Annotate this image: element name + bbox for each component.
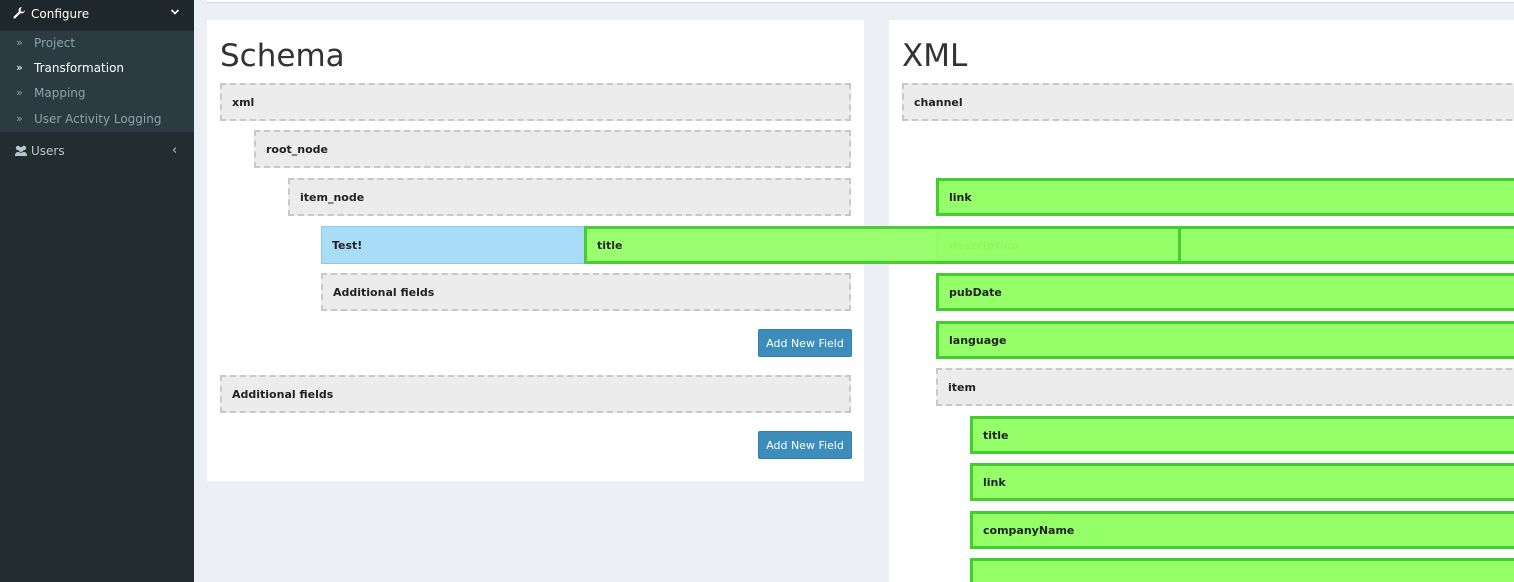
add-new-field-outer-button[interactable]: Add New Field bbox=[758, 431, 852, 459]
sidebar-item-mapping[interactable]: » Mapping bbox=[0, 81, 194, 106]
sidebar-item-label: Mapping bbox=[34, 86, 86, 100]
xml-node-item-title[interactable]: title bbox=[970, 416, 1514, 454]
xml-node-item[interactable]: item bbox=[936, 368, 1514, 406]
sidebar-item-label: Project bbox=[34, 36, 76, 50]
sidebar-menu-configure[interactable]: Configure bbox=[0, 0, 194, 31]
xml-node-item-companyname[interactable]: companyName bbox=[970, 511, 1514, 549]
wrench-icon bbox=[13, 6, 25, 19]
sidebar-item-transformation[interactable]: » Transformation bbox=[0, 56, 194, 81]
double-chevron-right-icon: » bbox=[16, 86, 23, 99]
double-chevron-right-icon: » bbox=[16, 61, 23, 74]
sidebar-configure-label: Configure bbox=[31, 7, 90, 21]
sidebar-menu-users[interactable]: Users ‹ bbox=[0, 140, 194, 164]
sidebar-users-label: Users bbox=[31, 144, 65, 158]
sidebar-item-label: Transformation bbox=[34, 61, 125, 75]
xml-node-language[interactable]: language bbox=[936, 321, 1514, 359]
users-icon bbox=[15, 145, 27, 156]
xml-panel: XML channel link description pubDate lan… bbox=[889, 20, 1514, 582]
double-chevron-right-icon: » bbox=[16, 36, 23, 49]
schema-additional-fields-outer[interactable]: Additional fields bbox=[220, 375, 851, 413]
sidebar-item-label: User Activity Logging bbox=[34, 112, 162, 126]
schema-node-test[interactable]: Test! bbox=[321, 226, 585, 264]
schema-node-root[interactable]: root_node bbox=[254, 130, 851, 168]
xml-title: XML bbox=[902, 38, 968, 74]
configure-submenu: » Project » Transformation » Mapping » U… bbox=[0, 31, 194, 132]
chevron-down-icon[interactable] bbox=[170, 8, 180, 16]
top-content-strip bbox=[207, 0, 1514, 3]
xml-node-item-guid[interactable]: guid bbox=[970, 558, 1514, 582]
add-new-field-button[interactable]: Add New Field bbox=[758, 329, 852, 357]
chevron-left-icon[interactable]: ‹ bbox=[172, 143, 177, 158]
schema-node-item[interactable]: item_node bbox=[288, 178, 851, 216]
schema-additional-fields-inner[interactable]: Additional fields bbox=[321, 273, 851, 311]
xml-node-pubdate[interactable]: pubDate bbox=[936, 273, 1514, 311]
xml-node-item-link[interactable]: link bbox=[970, 463, 1514, 501]
xml-node-link[interactable]: link bbox=[936, 178, 1514, 216]
double-chevron-right-icon: » bbox=[16, 112, 23, 125]
dragging-field-title[interactable]: title bbox=[584, 226, 1181, 264]
sidebar-item-project[interactable]: » Project bbox=[0, 31, 194, 56]
schema-node-xml[interactable]: xml bbox=[220, 83, 851, 121]
xml-node-channel[interactable]: channel bbox=[902, 83, 1514, 121]
sidebar-item-user-activity-logging[interactable]: » User Activity Logging bbox=[0, 107, 194, 132]
schema-title: Schema bbox=[220, 38, 345, 74]
sidebar: Configure » Project » Transformation » M… bbox=[0, 0, 194, 582]
